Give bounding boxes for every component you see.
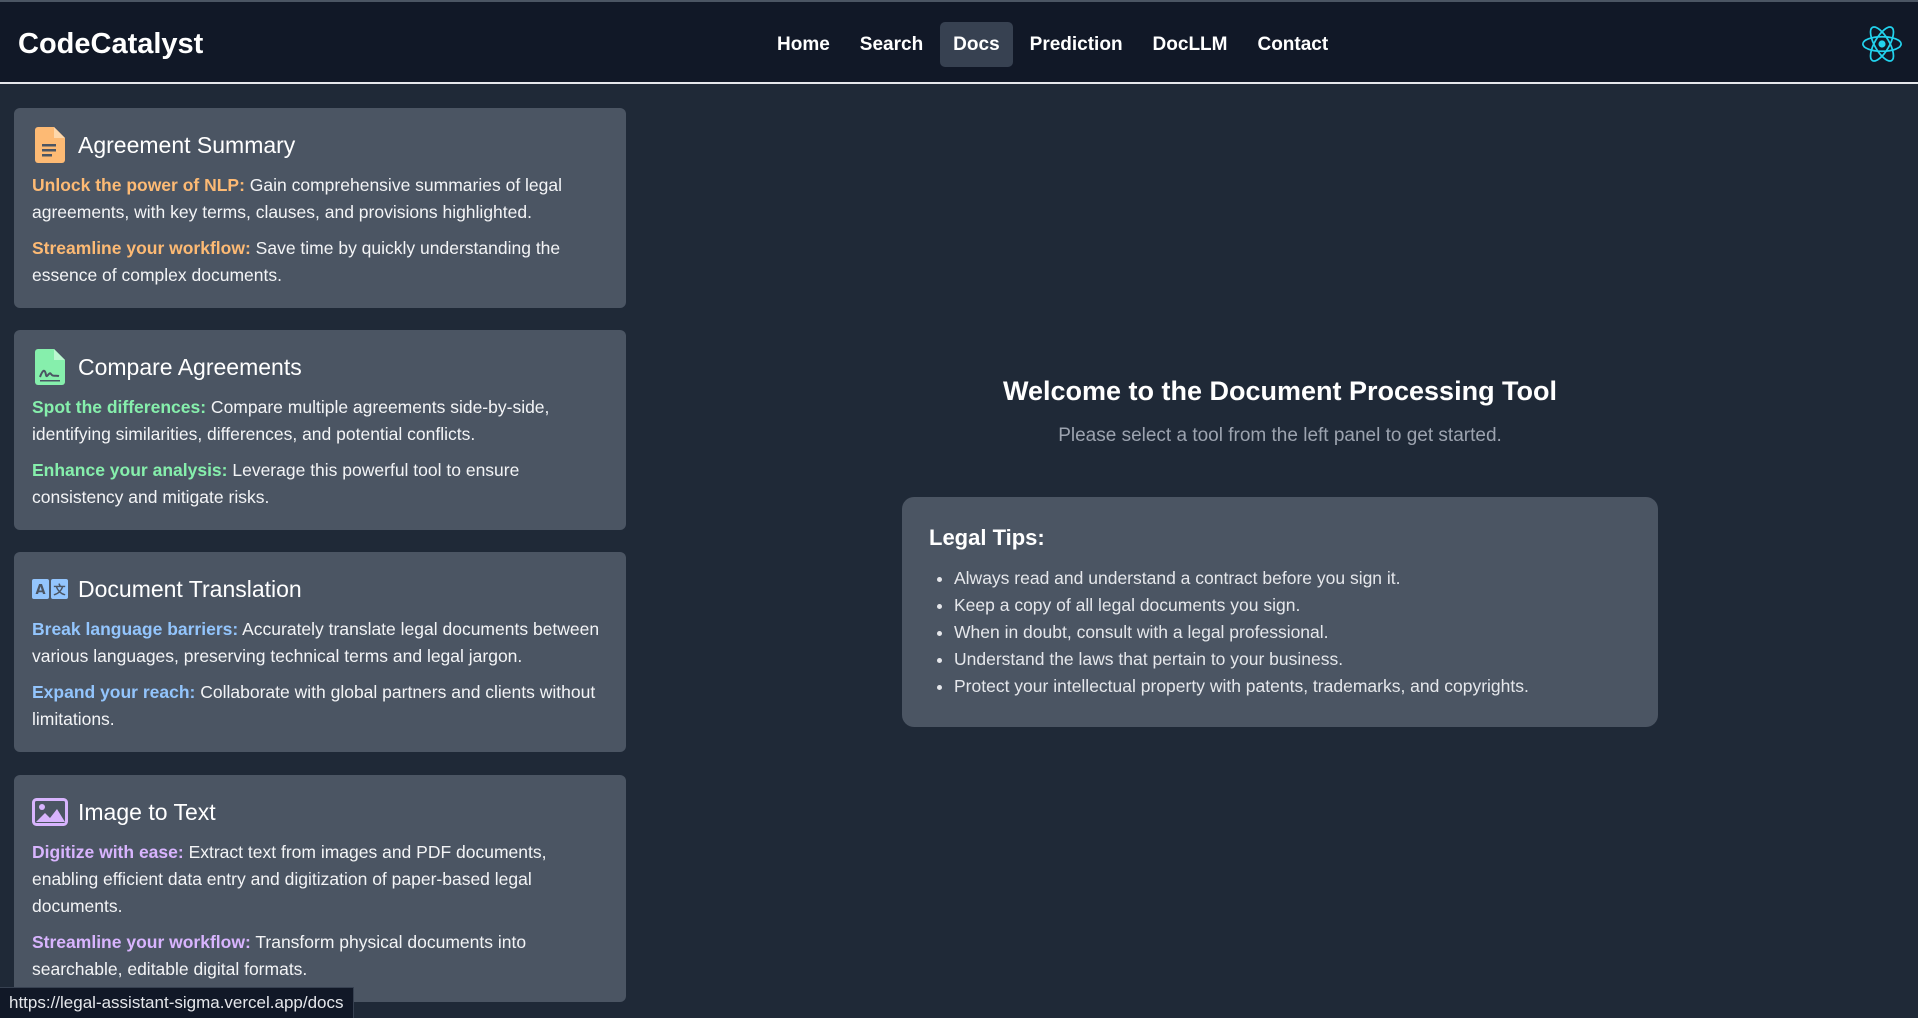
card-description: Enhance your analysis: Leverage this pow… — [32, 457, 608, 511]
card-title: Compare Agreements — [78, 353, 302, 380]
tool-card-compare-agreements[interactable]: Compare Agreements Spot the differences:… — [14, 330, 626, 530]
document-icon — [32, 127, 68, 163]
svg-text:文: 文 — [53, 582, 66, 597]
legal-tip-item: Keep a copy of all legal documents you s… — [954, 592, 1631, 619]
nav-link-docs[interactable]: Docs — [940, 22, 1013, 67]
brand-logo[interactable]: CodeCatalyst — [18, 28, 203, 61]
link-preview-url: https://legal-assistant-sigma.vercel.app… — [0, 987, 354, 1018]
legal-tip-item: Always read and understand a contract be… — [954, 565, 1631, 592]
top-navbar: CodeCatalyst Home Search Docs Prediction… — [0, 0, 1918, 84]
card-highlight: Unlock the power of NLP: — [32, 175, 245, 195]
legal-tip-item: When in doubt, consult with a legal prof… — [954, 619, 1631, 646]
card-description: Expand your reach: Collaborate with glob… — [32, 679, 608, 733]
card-highlight: Spot the differences: — [32, 397, 207, 417]
card-highlight: Streamline your workflow: — [32, 238, 251, 258]
card-highlight: Streamline your workflow: — [32, 932, 251, 952]
nav-link-contact[interactable]: Contact — [1244, 22, 1341, 67]
card-title: Agreement Summary — [78, 131, 296, 158]
react-logo-icon — [1862, 26, 1902, 62]
translate-icon: A 文 — [32, 571, 68, 607]
nav-link-docllm[interactable]: DocLLM — [1140, 22, 1241, 67]
legal-tips-list: Always read and understand a contract be… — [929, 565, 1631, 700]
nav-link-home[interactable]: Home — [764, 22, 843, 67]
card-highlight: Digitize with ease: — [32, 842, 184, 862]
card-description: Streamline your workflow: Save time by q… — [32, 235, 608, 289]
legal-tips-title: Legal Tips: — [929, 525, 1045, 550]
card-highlight: Expand your reach: — [32, 682, 196, 702]
legal-tips-card: Legal Tips: Always read and understand a… — [902, 497, 1658, 727]
tool-card-image-to-text[interactable]: Image to Text Digitize with ease: Extrac… — [14, 775, 626, 1002]
card-description: Break language barriers: Accurately tran… — [32, 616, 608, 670]
card-highlight: Enhance your analysis: — [32, 460, 228, 480]
nav-link-search[interactable]: Search — [847, 22, 936, 67]
card-description: Digitize with ease: Extract text from im… — [32, 839, 608, 920]
card-description: Spot the differences: Compare multiple a… — [32, 394, 608, 448]
welcome-title: Welcome to the Document Processing Tool — [1002, 376, 1558, 406]
card-title: Image to Text — [78, 798, 216, 825]
legal-tip-item: Protect your intellectual property with … — [954, 673, 1631, 700]
svg-text:A: A — [35, 583, 45, 598]
nav-link-prediction[interactable]: Prediction — [1017, 22, 1136, 67]
card-description: Unlock the power of NLP: Gain comprehens… — [32, 172, 608, 226]
card-description: Streamline your workflow: Transform phys… — [32, 929, 608, 983]
welcome-section: Welcome to the Document Processing Tool … — [902, 376, 1658, 447]
image-icon — [32, 794, 68, 830]
nav-links: Home Search Docs Prediction DocLLM Conta… — [764, 22, 1341, 67]
tool-card-document-translation[interactable]: A 文 Document Translation Break language … — [14, 552, 626, 752]
welcome-subtitle: Please select a tool from the left panel… — [1058, 425, 1502, 446]
card-title: Document Translation — [78, 575, 302, 602]
tool-card-agreement-summary[interactable]: Agreement Summary Unlock the power of NL… — [14, 108, 626, 308]
card-highlight: Break language barriers: — [32, 619, 239, 639]
signed-document-icon — [32, 349, 68, 385]
legal-tip-item: Understand the laws that pertain to your… — [954, 646, 1631, 673]
